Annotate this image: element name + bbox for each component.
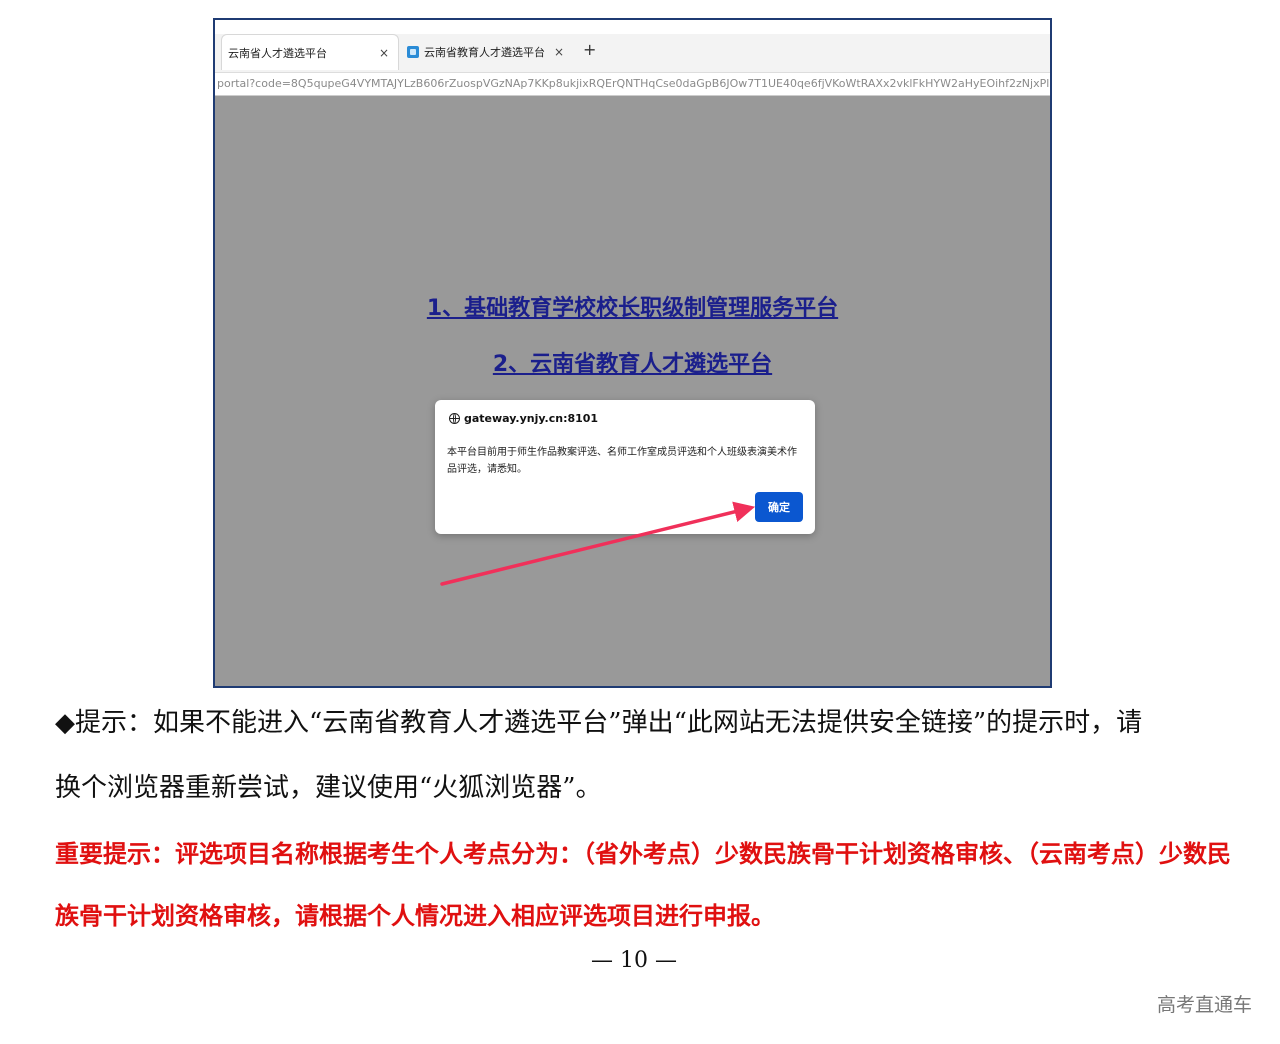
window-top-strip — [215, 20, 1050, 34]
page-number: — 10 — — [591, 948, 677, 973]
close-icon[interactable]: × — [551, 45, 567, 59]
site-favicon-icon — [407, 46, 419, 58]
tab-label: 云南省教育人才遴选平台 — [424, 46, 545, 59]
tip-line-1: ◆提示：如果不能进入“云南省教育人才遴选平台”弹出“此网站无法提供安全链接”的提… — [55, 708, 1143, 738]
url-text[interactable]: portal?code=8Q5qupeG4VYMTAJYLzB606rZuosp… — [217, 77, 1050, 90]
page-content: 1、基础教育学校校长职级制管理服务平台 2、云南省教育人才遴选平台 gatewa… — [215, 96, 1050, 686]
screenshot-frame: 云南省人才遴选平台 × 云南省教育人才遴选平台 × + portal?code=… — [213, 18, 1052, 688]
browser-tab-bar: 云南省人才遴选平台 × 云南省教育人才遴选平台 × + — [215, 20, 1050, 74]
important-line-1: 重要提示：评选项目名称根据考生个人考点分为：（省外考点）少数民族骨干计划资格审核… — [55, 839, 1231, 868]
tab-label: 云南省人才遴选平台 — [228, 46, 327, 60]
new-tab-plus-icon[interactable]: + — [583, 40, 596, 59]
close-icon[interactable]: × — [376, 46, 392, 60]
address-bar[interactable]: portal?code=8Q5qupeG4VYMTAJYLzB606rZuosp… — [215, 72, 1050, 96]
watermark-text: 高考直通车 — [1156, 994, 1252, 1016]
dialog-origin: gateway.ynjy.cn:8101 — [449, 412, 598, 425]
important-line-2: 族骨干计划资格审核，请根据个人情况进入相应评选项目进行申报。 — [55, 901, 775, 930]
link-education-talent-platform[interactable]: 2、云南省教育人才遴选平台 — [215, 346, 1050, 378]
dialog-message: 本平台目前用于师生作品教案评选、名师工作室成员评选和个人班级表演美术作品评选，请… — [447, 447, 797, 475]
dialog-origin-text: gateway.ynjy.cn:8101 — [464, 412, 599, 425]
alert-dialog: gateway.ynjy.cn:8101 本平台目前用于师生作品教案评选、名师工… — [435, 400, 815, 534]
tab-education-talent-platform[interactable]: 云南省教育人才遴选平台 × — [403, 34, 573, 70]
tab-talent-platform[interactable]: 云南省人才遴选平台 × — [221, 34, 399, 70]
ok-button[interactable]: 确定 — [755, 492, 803, 522]
link-principal-management-platform[interactable]: 1、基础教育学校校长职级制管理服务平台 — [215, 290, 1050, 322]
globe-icon — [449, 413, 460, 424]
tip-line-2: 换个浏览器重新尝试，建议使用“火狐浏览器”。 — [55, 773, 602, 803]
